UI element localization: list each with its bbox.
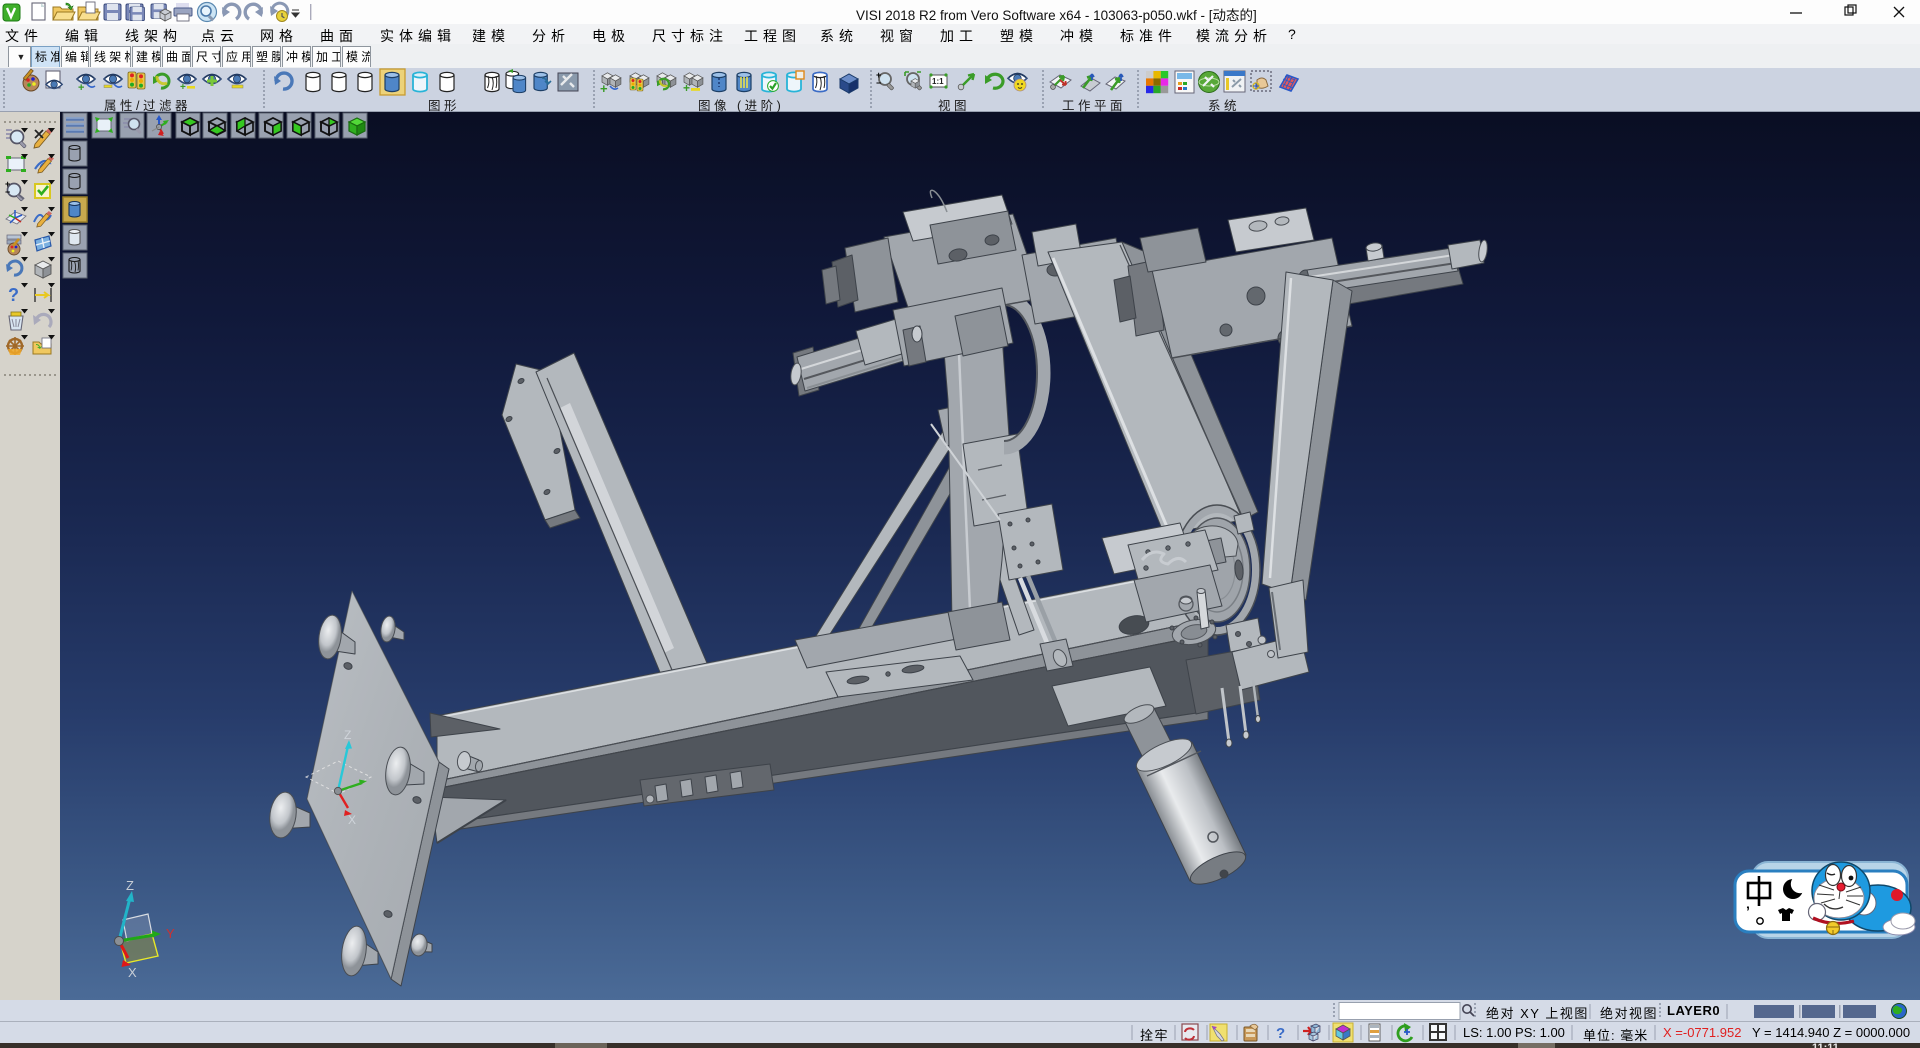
svg-text:Y: Y bbox=[166, 926, 175, 941]
svg-text:+: + bbox=[78, 82, 84, 94]
svg-text:+: + bbox=[600, 81, 608, 96]
svg-text:Z: Z bbox=[344, 728, 351, 742]
svg-text:−: − bbox=[876, 78, 881, 88]
svg-text:?: ? bbox=[1276, 1025, 1285, 1042]
svg-text:X: X bbox=[348, 813, 356, 827]
svg-text:+: + bbox=[180, 82, 186, 93]
svg-text:’: ’ bbox=[1746, 903, 1750, 919]
svg-text:?: ? bbox=[8, 285, 19, 305]
svg-text:+: + bbox=[683, 81, 690, 95]
svg-text:1:1: 1:1 bbox=[932, 77, 944, 86]
svg-text:X: X bbox=[128, 965, 137, 980]
svg-text:Z: Z bbox=[126, 878, 134, 893]
svg-text:−: − bbox=[5, 187, 10, 197]
